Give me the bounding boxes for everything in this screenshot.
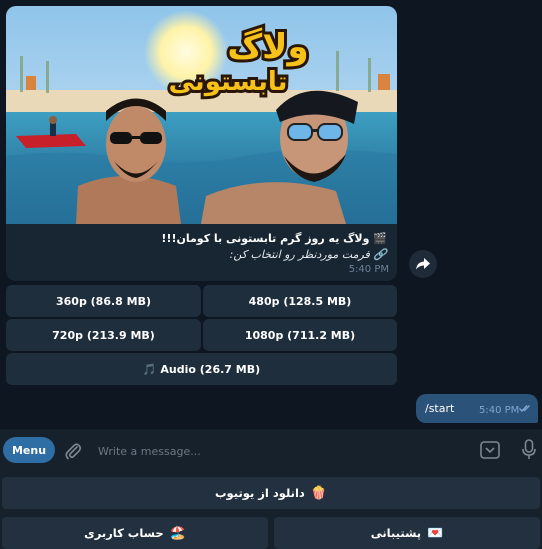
quality-720p-button[interactable]: 720p (213.9 MB) (6, 319, 201, 351)
caption-line-2: 🔗 فرمت موردنظر رو انتخاب کن: (229, 248, 387, 261)
caption-line-1: 🎬 ولاگ یه روز گرم تابستونی با کومان!!! (161, 232, 387, 245)
message-input[interactable] (98, 441, 438, 461)
youtube-download-button[interactable]: 🍿 دانلود از یوتیوب (2, 477, 540, 509)
bot-keyboard-icon[interactable] (480, 441, 500, 459)
thumbnail-title-2-fill: تابستونی (169, 67, 288, 97)
account-label: حساب کاربری (84, 526, 164, 540)
support-button[interactable]: 💌 پشتیبانی (274, 517, 540, 549)
message-caption: 🎬 ولاگ یه روز گرم تابستونی با کومان!!! 🔗… (17, 231, 387, 263)
thumbnail-title-1-fill: ولاگ (227, 26, 308, 67)
message-time: 5:40 PM (348, 264, 389, 275)
beach-umbrella-icon: 🏖️ (169, 525, 186, 541)
menu-button[interactable]: Menu (3, 437, 55, 463)
youtube-download-label: دانلود از یوتیوب (214, 486, 305, 500)
quality-480p-button[interactable]: 480p (128.5 MB) (203, 285, 397, 317)
incoming-message: ولاگ ولاگ تابستونی تابستونی 🎬 ولاگ یه رو… (6, 6, 397, 281)
audio-button[interactable]: 🎵 Audio (26.7 MB) (6, 353, 397, 385)
video-thumbnail[interactable]: ولاگ ولاگ تابستونی تابستونی (6, 6, 397, 224)
message-composer: Menu (0, 428, 542, 472)
share-button[interactable] (409, 250, 437, 278)
quality-360p-button[interactable]: 360p (86.8 MB) (6, 285, 201, 317)
double-check-icon (519, 405, 530, 413)
chat-area: ولاگ ولاگ تابستونی تابستونی 🎬 ولاگ یه رو… (0, 0, 542, 428)
outgoing-message: /start 5:40 PM (416, 394, 538, 423)
microphone-icon[interactable] (522, 439, 536, 461)
love-letter-icon: 💌 (427, 525, 444, 541)
popcorn-icon: 🍿 (310, 485, 328, 501)
outgoing-text: /start (425, 402, 455, 415)
support-label: پشتیبانی (370, 526, 422, 540)
attach-icon[interactable] (64, 441, 82, 461)
share-arrow-icon (416, 258, 430, 270)
reply-keyboard: 🍿 دانلود از یوتیوب 🏖️ حساب کاربری 💌 پشتی… (0, 472, 542, 549)
quality-1080p-button[interactable]: 1080p (711.2 MB) (203, 319, 397, 351)
outgoing-time: 5:40 PM (479, 405, 520, 416)
account-button[interactable]: 🏖️ حساب کاربری (2, 517, 268, 549)
